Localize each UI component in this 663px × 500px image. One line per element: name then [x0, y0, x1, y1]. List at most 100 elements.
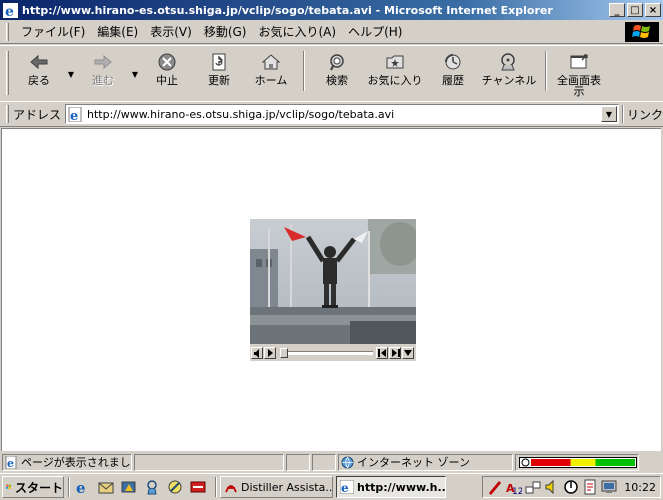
close-button[interactable]: ×	[645, 3, 661, 17]
taskbar-separator	[215, 477, 217, 497]
menu-favorites[interactable]: お気に入り(A)	[252, 21, 342, 42]
refresh-icon	[212, 53, 226, 71]
address-grip[interactable]	[6, 105, 9, 123]
task-distiller-label: Distiller Assista...	[241, 480, 333, 494]
page-ie-icon: e	[68, 106, 82, 122]
system-tray: A 12 10:22	[482, 476, 661, 498]
seek-track	[280, 351, 373, 355]
seek-thumb[interactable]	[280, 348, 288, 358]
toolbar-grip[interactable]	[6, 51, 9, 95]
home-label: ホーム	[254, 74, 288, 87]
pen-icon[interactable]	[487, 479, 503, 495]
links-button[interactable]: リンク	[627, 106, 663, 123]
fullscreen-icon	[570, 54, 588, 69]
menu-go[interactable]: 移動(G)	[198, 21, 253, 42]
menu-file[interactable]: ファイル(F)	[15, 21, 91, 42]
seek-slider[interactable]	[280, 348, 373, 358]
monitor-icon[interactable]	[601, 479, 617, 495]
links-separator	[621, 105, 624, 123]
favorites-label: お気に入り	[367, 74, 423, 87]
address-dropdown-button[interactable]: ▼	[600, 106, 617, 122]
start-label: スタート	[14, 480, 63, 495]
windows-logo-icon	[625, 22, 659, 42]
video-player[interactable]	[250, 219, 416, 361]
status-bar: e ページが表示されまし インターネット ゾーン	[0, 452, 663, 472]
step-forward-icon	[391, 349, 400, 357]
menu-help[interactable]: ヘルプ(H)	[342, 21, 408, 42]
back-dropdown[interactable]: ▼	[65, 51, 77, 97]
ie-logo-icon: e	[340, 480, 354, 494]
start-button[interactable]: スタート	[2, 476, 64, 498]
player-menu-button[interactable]	[402, 347, 414, 359]
play-button[interactable]	[264, 347, 276, 359]
status-message: ページが表示されまし	[21, 456, 131, 469]
channels-button[interactable]: チャンネル	[479, 51, 539, 97]
task-distiller[interactable]: Distiller Assista...	[220, 476, 333, 498]
video-frame[interactable]	[250, 219, 416, 344]
stop-button[interactable]: 中止	[141, 51, 193, 97]
app-icon	[190, 481, 206, 493]
volume-button[interactable]	[251, 347, 263, 359]
back-button[interactable]: 戻る	[13, 51, 65, 97]
mail-icon	[98, 482, 114, 494]
address-bar: アドレス e http://www.hirano-es.otsu.shiga.j…	[0, 101, 663, 127]
forward-label: 進む	[92, 74, 114, 87]
ime-icon[interactable]: A12	[506, 479, 522, 495]
channels-icon	[147, 480, 157, 495]
forward-dropdown[interactable]: ▼	[129, 51, 141, 97]
step-back-button[interactable]	[376, 347, 388, 359]
speaker-icon[interactable]	[544, 479, 560, 495]
network-icon[interactable]	[525, 479, 541, 495]
menu-bar: ファイル(F) 編集(E) 表示(V) 移動(G) お気に入り(A) ヘルプ(H…	[0, 20, 663, 44]
fullscreen-button[interactable]: 全画面表示	[553, 51, 605, 97]
back-arrow-icon	[30, 54, 48, 70]
task-ie-window[interactable]: e http://www.h...	[336, 476, 446, 498]
standard-toolbar: 戻る ▼ 進む ▼ 中止 更新 ホーム 検索 お気に入り 履歴 チャンネル 全画…	[0, 45, 663, 100]
history-label: 履歴	[442, 74, 464, 87]
clock[interactable]: 10:22	[624, 481, 656, 494]
windows-logo-icon	[6, 484, 12, 490]
speaker-icon	[253, 348, 259, 358]
search-button[interactable]: 検索	[311, 51, 363, 97]
stop-icon	[158, 53, 176, 71]
ie-logo-icon: e	[76, 479, 86, 495]
quicklaunch-ie[interactable]: e	[73, 477, 93, 497]
status-progress-pane	[134, 453, 284, 471]
page-content	[1, 128, 661, 451]
ie-logo-icon: e	[3, 2, 18, 18]
history-button[interactable]: 履歴	[427, 51, 479, 97]
menu-edit[interactable]: 編集(E)	[91, 21, 144, 42]
maximize-button[interactable]: □	[627, 3, 643, 17]
refresh-label: 更新	[208, 74, 230, 87]
back-label: 戻る	[28, 74, 50, 87]
svg-text:e: e	[76, 479, 86, 495]
step-back-icon	[377, 349, 386, 357]
history-icon	[445, 54, 461, 70]
menu-view[interactable]: 表示(V)	[144, 21, 198, 42]
forward-button[interactable]: 進む	[77, 51, 129, 97]
taskbar: スタート e Distiller Assista... e http://www…	[0, 473, 663, 500]
level-meter-fill	[531, 458, 635, 466]
step-forward-button[interactable]	[389, 347, 401, 359]
taskbar-separator	[68, 477, 70, 497]
quicklaunch-app[interactable]	[188, 477, 208, 497]
minimize-button[interactable]: _	[609, 3, 625, 17]
quicklaunch-desktop[interactable]	[119, 477, 139, 497]
favorites-button[interactable]: お気に入り	[363, 51, 427, 97]
svg-text:e: e	[341, 481, 349, 494]
address-url[interactable]: http://www.hirano-es.otsu.shiga.jp/vclip…	[87, 108, 601, 121]
status-meter-pane	[515, 453, 639, 471]
chevron-down-icon	[404, 350, 412, 356]
quicklaunch-edit[interactable]	[165, 477, 185, 497]
power-icon[interactable]	[563, 479, 579, 495]
quicklaunch-channels[interactable]	[142, 477, 162, 497]
menu-grip[interactable]	[6, 22, 9, 41]
document-icon[interactable]	[582, 479, 598, 495]
favorites-icon	[386, 55, 404, 69]
home-button[interactable]: ホーム	[245, 51, 297, 97]
acrobat-icon	[225, 485, 237, 493]
quicklaunch-outlook[interactable]	[96, 477, 116, 497]
refresh-button[interactable]: 更新	[193, 51, 245, 97]
svg-text:12: 12	[512, 487, 522, 495]
address-field[interactable]: e http://www.hirano-es.otsu.shiga.jp/vcl…	[65, 104, 619, 124]
